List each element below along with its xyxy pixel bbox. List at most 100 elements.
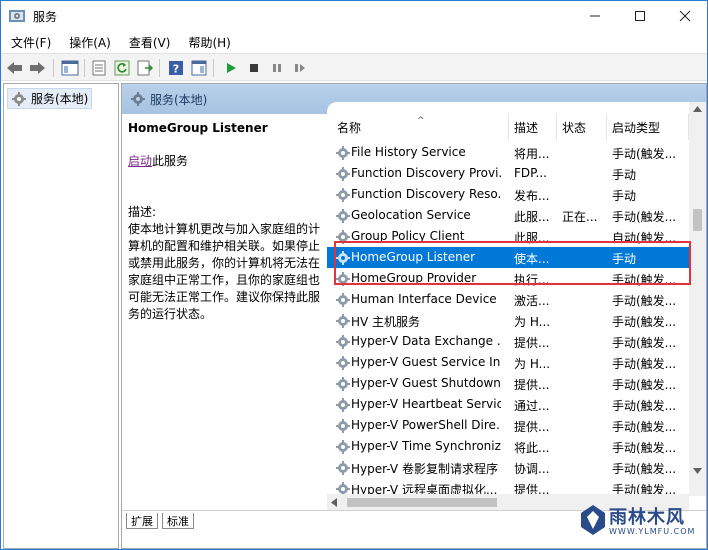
- horizontal-scroll-thumb[interactable]: [347, 498, 497, 507]
- service-name: File History Service: [351, 145, 466, 159]
- service-description: FDP...: [514, 166, 547, 180]
- tab-standard[interactable]: 标准: [162, 513, 194, 529]
- service-name: Hyper-V Heartbeat Service: [351, 397, 501, 411]
- column-header-startup-type[interactable]: 启动类型: [607, 114, 689, 140]
- service-description: 发布...: [514, 189, 550, 203]
- refresh-button[interactable]: [112, 58, 132, 78]
- pause-icon: [273, 64, 281, 72]
- description-label: 描述:: [128, 205, 157, 219]
- service-gear-icon: [336, 251, 350, 265]
- service-name: Hyper-V Time Synchroniz...: [351, 439, 501, 453]
- help-button[interactable]: ?: [166, 58, 186, 78]
- service-icon-wrap: [335, 334, 351, 350]
- service-row[interactable]: HomeGroup Listener 使本... 手动: [327, 247, 689, 268]
- vertical-scroll-thumb[interactable]: [693, 209, 702, 231]
- service-row[interactable]: Hyper-V Guest Shutdown... 提供... 手动(触发...: [327, 373, 689, 394]
- service-gear-icon: [336, 272, 350, 286]
- service-row[interactable]: Hyper-V Data Exchange ... 提供... 手动(触发...: [327, 331, 689, 352]
- menu-action[interactable]: 操作(A): [59, 31, 119, 53]
- start-service-button[interactable]: [221, 58, 241, 78]
- menu-view[interactable]: 查看(V): [119, 31, 179, 53]
- service-row[interactable]: Hyper-V Guest Service In... 为 H... 手动(触发..…: [327, 352, 689, 373]
- service-gear-icon: [336, 146, 350, 160]
- service-name: Group Policy Client: [351, 229, 465, 243]
- service-row[interactable]: Human Interface Device ... 激活... 手动(触发...: [327, 289, 689, 310]
- title-bar[interactable]: 服务: [1, 1, 707, 31]
- properties-button[interactable]: [89, 58, 109, 78]
- menu-help[interactable]: 帮助(H): [178, 31, 238, 53]
- service-name: Human Interface Device ...: [351, 292, 501, 306]
- services-app-icon: [9, 10, 25, 22]
- selected-service-name: HomeGroup Listener: [128, 121, 268, 135]
- column-header-name[interactable]: ^ 名称: [327, 114, 509, 140]
- back-button[interactable]: [5, 58, 25, 78]
- window-title: 服务: [33, 10, 58, 24]
- column-header-status[interactable]: 状态: [557, 114, 607, 140]
- minimize-icon: [590, 15, 600, 17]
- service-row[interactable]: HV 主机服务 为 H... 手动(触发...: [327, 310, 689, 331]
- maximize-button[interactable]: [618, 1, 662, 31]
- service-description: 协调...: [514, 462, 550, 476]
- service-gear-icon: [336, 377, 350, 391]
- toolbar-separator: [84, 59, 85, 77]
- service-startup-type: 手动: [612, 252, 637, 266]
- tree-item-services-local[interactable]: 服务(本地): [7, 88, 93, 109]
- service-description: 为 H...: [514, 315, 551, 329]
- service-gear-icon: [336, 188, 350, 202]
- scroll-up-icon: [693, 106, 702, 112]
- column-header-description[interactable]: 描述: [509, 114, 557, 140]
- service-gear-icon: [336, 440, 350, 454]
- service-icon-wrap: [335, 271, 351, 287]
- scroll-left-icon: [331, 498, 337, 507]
- service-icon-wrap: [335, 313, 351, 329]
- vertical-scrollbar[interactable]: [689, 102, 706, 496]
- service-row[interactable]: Hyper-V PowerShell Dire... 提供... 手动(触发...: [327, 415, 689, 436]
- service-startup-type: 手动(触发...: [612, 420, 677, 434]
- service-gear-icon: [336, 167, 350, 181]
- console-tree-icon: [61, 60, 79, 76]
- menu-file[interactable]: 文件(F): [1, 31, 59, 53]
- sort-ascending-icon: ^: [417, 116, 425, 126]
- description-pane: HomeGroup Listener 启动此服务 描述: 使本地计算机更改与加入…: [122, 114, 327, 510]
- pause-service-button[interactable]: [267, 58, 287, 78]
- forward-button[interactable]: [27, 58, 47, 78]
- service-row[interactable]: File History Service 将用... 手动(触发...: [327, 142, 689, 163]
- service-name: Hyper-V Guest Service In...: [351, 355, 501, 369]
- tab-extended[interactable]: 扩展: [126, 513, 158, 529]
- watermark: 雨林木风 WWW.YLMFU.COM: [579, 499, 699, 543]
- services-list: ^ 名称 描述 状态 启动类型 File History Service 将用..…: [327, 102, 706, 511]
- svg-text:?: ?: [173, 63, 179, 76]
- service-rows: File History Service 将用... 手动(触发... Functio…: [327, 142, 689, 499]
- service-description: 为 H...: [514, 357, 551, 371]
- services-window: 服务 文件(F) 操作(A) 查看(V) 帮助(H) ? 服务(本地) 服务(本…: [0, 0, 708, 550]
- service-row[interactable]: Group Policy Client 此服... 自动(触发...: [327, 226, 689, 247]
- service-row[interactable]: Geolocation Service 此服... 正在... 手动(触发...: [327, 205, 689, 226]
- service-row[interactable]: Hyper-V Heartbeat Service 通过... 手动(触发...: [327, 394, 689, 415]
- service-row[interactable]: Function Discovery Provi... FDP... 手动: [327, 163, 689, 184]
- service-name: Hyper-V 卷影复制请求程序: [351, 462, 498, 476]
- service-gear-icon: [336, 335, 350, 349]
- stop-service-button[interactable]: [244, 58, 264, 78]
- show-action-pane-button[interactable]: [189, 58, 209, 78]
- service-row[interactable]: Function Discovery Reso... 发布... 手动: [327, 184, 689, 205]
- export-list-button[interactable]: [135, 58, 155, 78]
- restart-service-button[interactable]: [290, 58, 310, 78]
- gear-icon: [131, 92, 145, 106]
- forward-arrow-icon: [30, 62, 45, 74]
- service-row[interactable]: Hyper-V 卷影复制请求程序 协调... 手动(触发...: [327, 457, 689, 478]
- service-gear-icon: [336, 314, 350, 328]
- service-icon-wrap: [335, 250, 351, 266]
- close-button[interactable]: [663, 1, 707, 31]
- service-row[interactable]: Hyper-V Time Synchroniz... 将此... 手动(触发...: [327, 436, 689, 457]
- gear-icon: [12, 91, 26, 106]
- service-row[interactable]: HomeGroup Provider 执行... 手动(触发...: [327, 268, 689, 289]
- service-description: 将用...: [514, 147, 550, 161]
- scroll-down-icon: [693, 468, 702, 474]
- service-startup-type: 手动(触发...: [612, 273, 677, 287]
- start-service-link[interactable]: 启动: [128, 154, 152, 168]
- minimize-button[interactable]: [573, 1, 617, 31]
- service-gear-icon: [336, 230, 350, 244]
- tree-item-label: 服务(本地): [31, 92, 89, 106]
- show-hide-console-tree-button[interactable]: [60, 58, 80, 78]
- service-startup-type: 手动(触发...: [612, 399, 677, 413]
